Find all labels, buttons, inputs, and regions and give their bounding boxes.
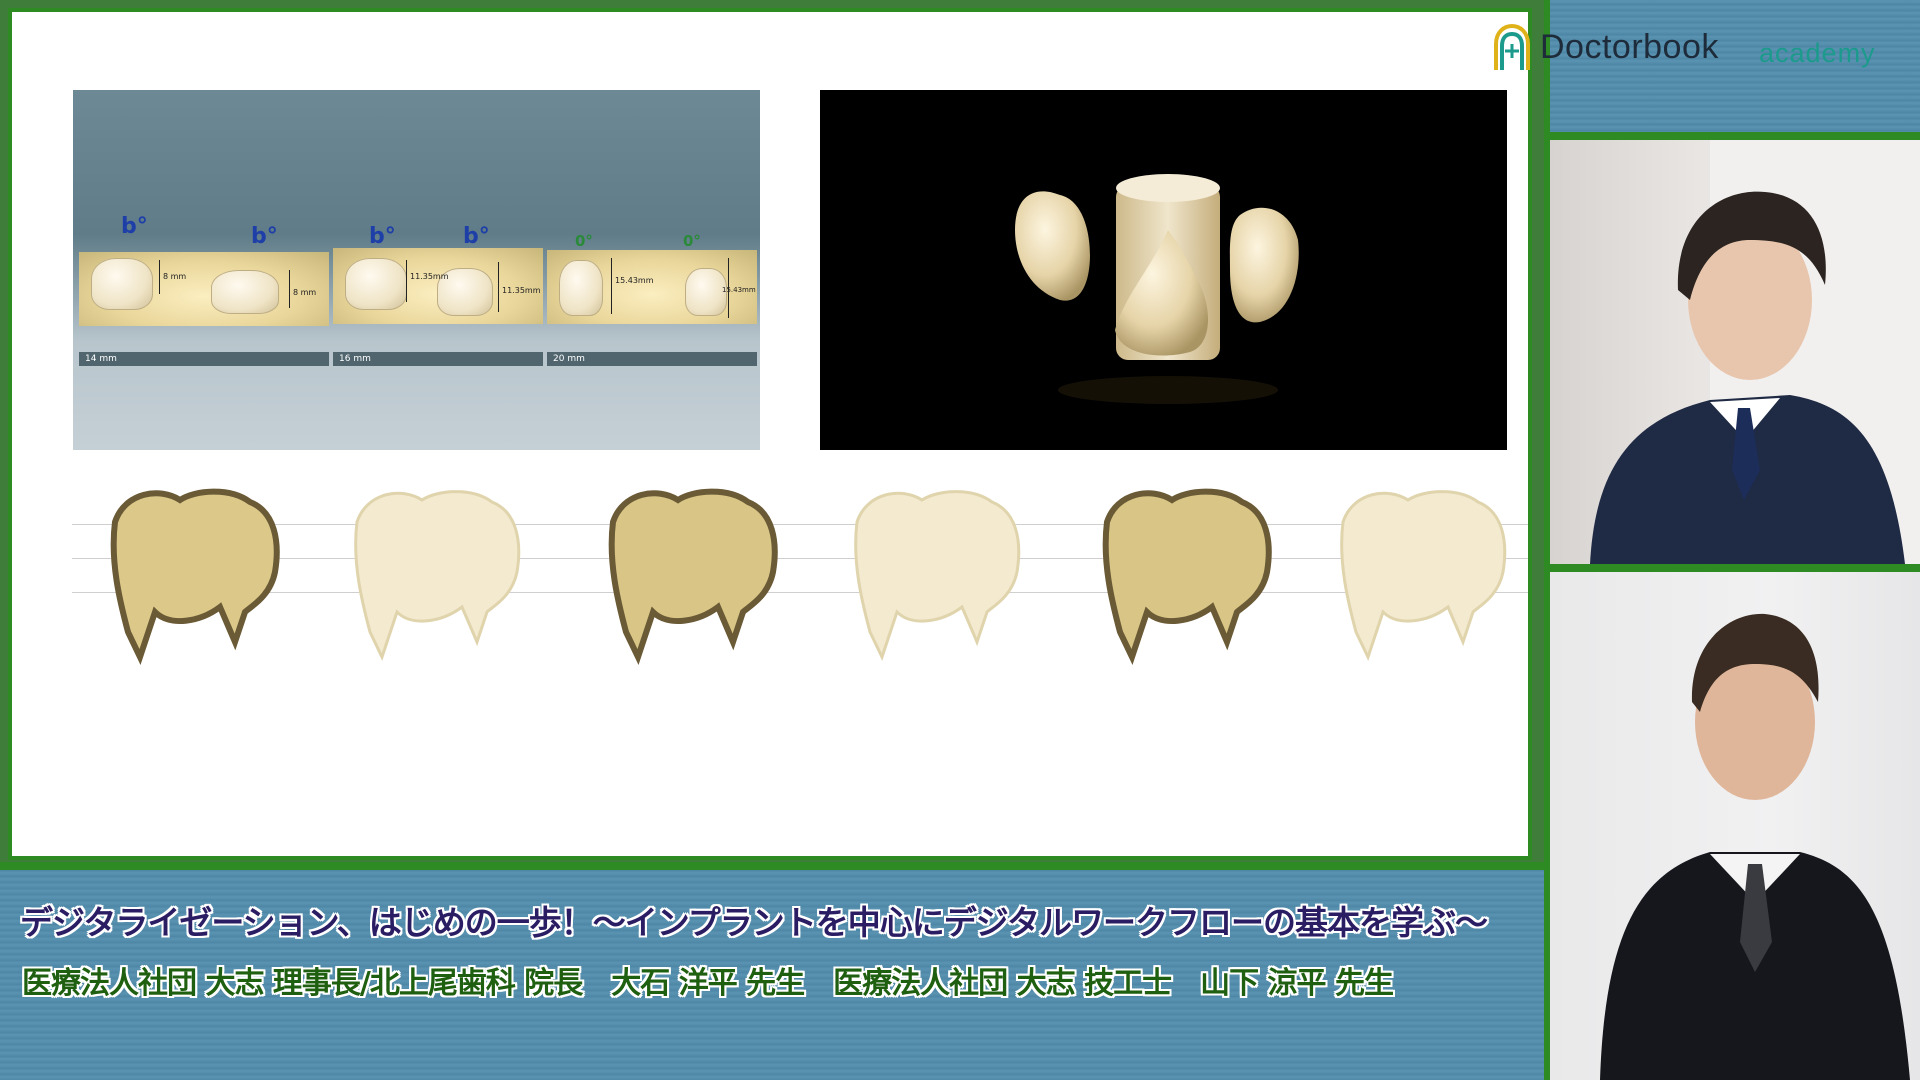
measure-line — [159, 260, 160, 294]
crown-height-diagram: b° b° b° b° 0° 0° 8 mm 8 mm 11.35mm 11.3… — [73, 90, 760, 450]
measure-line — [498, 262, 499, 312]
speaker-2-silhouette — [1600, 613, 1910, 1080]
angle-label-5: 0° — [575, 232, 593, 250]
brand-logo: Doctorbook academy — [1492, 22, 1912, 82]
doctorbook-logo-icon — [1494, 24, 1530, 70]
angle-label-4: b° — [463, 224, 490, 249]
speaker-1-silhouette — [1590, 140, 1920, 564]
strip-divider — [1550, 132, 1920, 140]
measurement-label: 11.35mm — [410, 272, 449, 281]
scale-bar-16: 16 mm — [333, 352, 543, 366]
crown-photo — [820, 90, 1507, 450]
molar-image-1 — [110, 488, 280, 665]
molar-image-6 — [1340, 490, 1507, 661]
video-feed-speaker-1 — [1550, 140, 1920, 564]
scale-bar-20: 20 mm — [547, 352, 757, 366]
measure-line — [611, 258, 612, 314]
angle-label-3: b° — [369, 224, 396, 249]
lecture-title: デジタライゼーション、はじめの一歩！～インプラントを中心にデジタルワークフローの… — [20, 903, 1488, 942]
angle-label-1: b° — [121, 214, 148, 239]
crown-shape — [91, 258, 153, 310]
guide-line — [72, 524, 1528, 525]
molar-image-5 — [1102, 488, 1272, 665]
crown-shape — [559, 260, 603, 316]
measure-line — [289, 270, 290, 308]
measurement-label: 15.43mm — [615, 276, 654, 285]
measurement-label: 11.35mm — [502, 286, 541, 295]
molar-image-3 — [608, 488, 778, 665]
crown-shape — [211, 270, 279, 314]
crown-shape — [685, 268, 727, 316]
crown-on-cylinder-photo — [1015, 174, 1299, 404]
angle-label-2: b° — [251, 224, 278, 249]
presentation-slide: b° b° b° b° 0° 0° 8 mm 8 mm 11.35mm 11.3… — [8, 8, 1532, 860]
video-feed-speaker-2 — [1550, 572, 1920, 1080]
brand-name: Doctorbook — [1540, 28, 1719, 66]
crown-shape — [345, 258, 407, 310]
angle-label-6: 0° — [683, 232, 701, 250]
measurement-label: 8 mm — [293, 288, 317, 297]
video-divider — [1550, 564, 1920, 572]
measurement-label: 8 mm — [163, 272, 187, 281]
measurement-label: 15.43mm — [722, 286, 756, 294]
molar-image-4 — [854, 490, 1021, 661]
brand-subtitle: academy — [1759, 38, 1876, 68]
speaker-credits: 医療法人社団 大志 理事長/北上尾歯科 院長 大石 洋平 先生 医療法人社団 大… — [22, 966, 1394, 1001]
guide-line — [72, 592, 1528, 593]
scale-bar-14: 14 mm — [79, 352, 329, 366]
measure-line — [406, 260, 407, 302]
guide-line — [72, 558, 1528, 559]
molar-image-2 — [354, 490, 521, 661]
